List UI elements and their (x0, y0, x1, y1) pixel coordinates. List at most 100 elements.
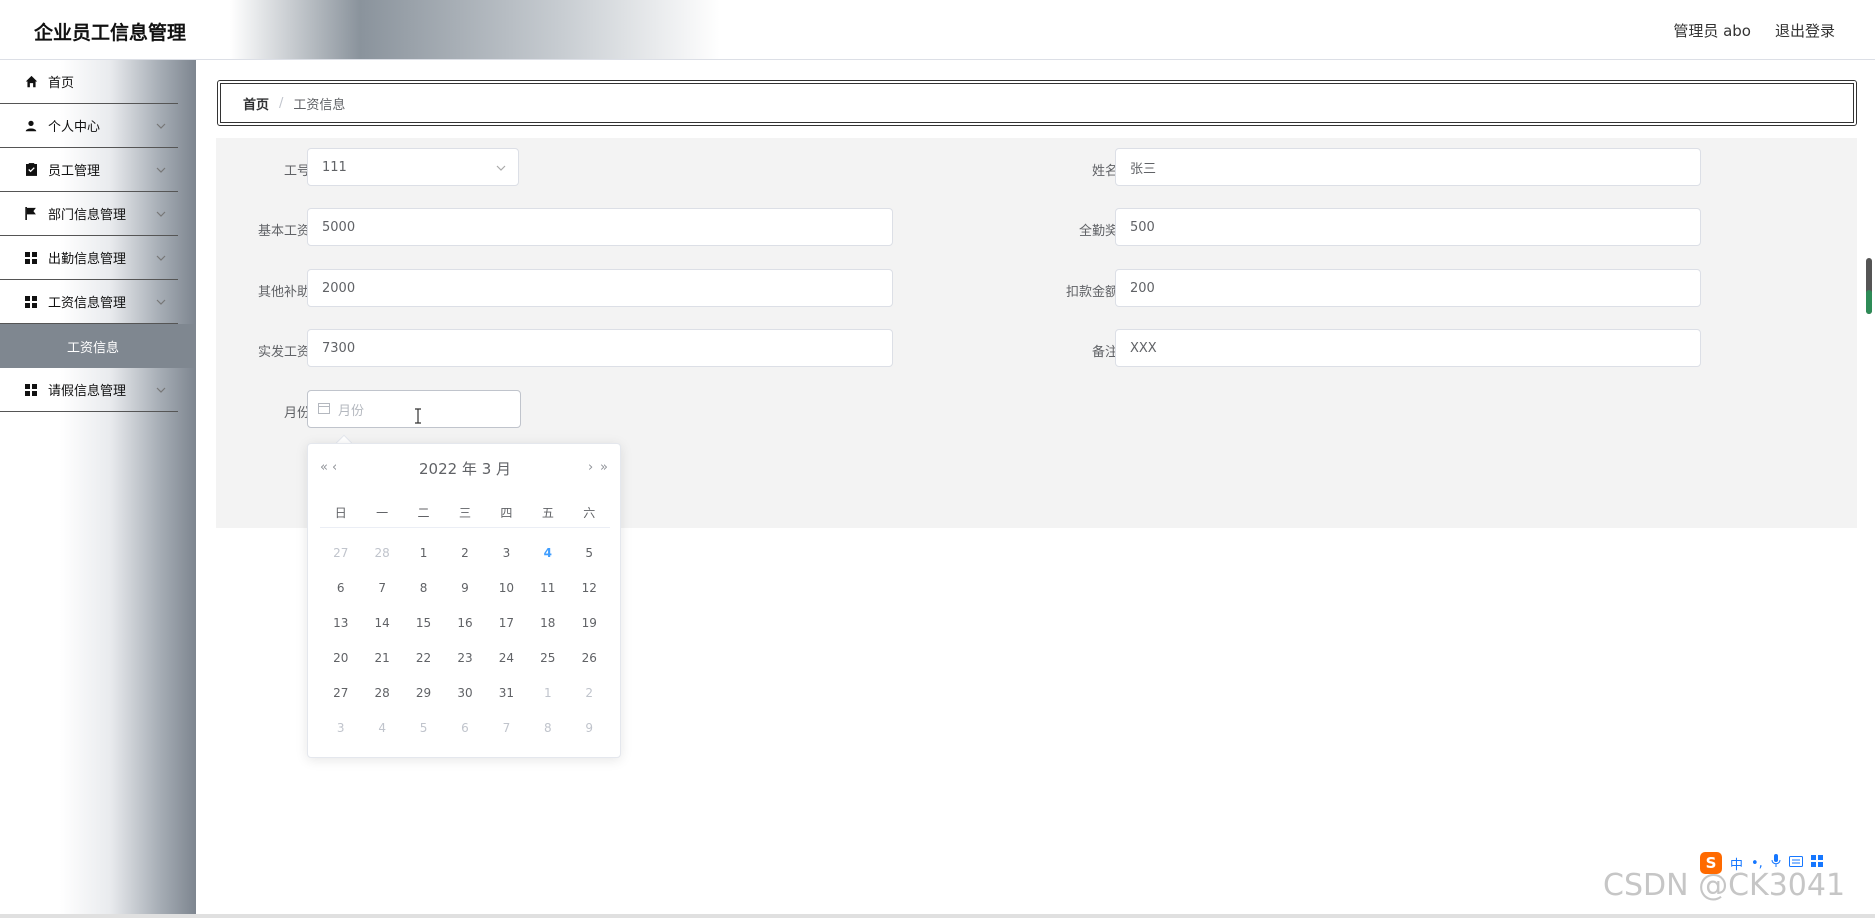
date-cell[interactable]: 5 (403, 711, 444, 746)
date-cell[interactable]: 26 (569, 641, 610, 676)
sidebar-item-home[interactable]: 首页 (0, 60, 178, 104)
date-cell-today[interactable]: 4 (527, 536, 568, 571)
date-cell[interactable]: 19 (569, 606, 610, 641)
flag-icon (24, 207, 38, 221)
date-cell[interactable]: 4 (361, 711, 402, 746)
breadcrumb-current: 工资信息 (293, 97, 346, 113)
net-salary-input[interactable]: 7300 (307, 329, 893, 367)
date-cell[interactable]: 16 (444, 606, 485, 641)
date-cell[interactable]: 30 (444, 676, 485, 711)
clipboard-icon (24, 163, 38, 177)
job-no-select[interactable]: 111 (307, 148, 519, 186)
date-cell[interactable]: 31 (486, 676, 527, 711)
grid-icon (24, 251, 38, 265)
date-cell[interactable]: 25 (527, 641, 568, 676)
date-cell[interactable]: 2 (569, 676, 610, 711)
date-cell[interactable]: 6 (444, 711, 485, 746)
net-salary-label: 实发工资 (257, 345, 310, 360)
chevron-down-icon (156, 255, 166, 261)
date-cell[interactable]: 17 (486, 606, 527, 641)
date-cell[interactable]: 27 (320, 676, 361, 711)
date-cell[interactable]: 22 (403, 641, 444, 676)
date-cell[interactable]: 8 (527, 711, 568, 746)
date-cell[interactable]: 5 (569, 536, 610, 571)
date-cell[interactable]: 12 (569, 571, 610, 606)
name-input[interactable]: 张三 (1115, 148, 1701, 186)
date-cell[interactable]: 20 (320, 641, 361, 676)
text-cursor-icon (414, 408, 422, 428)
attendance-bonus-input[interactable]: 500 (1115, 208, 1701, 246)
date-cell[interactable]: 7 (361, 571, 402, 606)
job-no-value: 111 (322, 159, 347, 175)
name-label: 姓名 (1091, 164, 1118, 179)
sidebar-subitem-salary-info[interactable]: 工资信息 (0, 324, 196, 368)
date-cell[interactable]: 3 (320, 711, 361, 746)
date-cell[interactable]: 28 (361, 536, 402, 571)
date-cell[interactable]: 21 (361, 641, 402, 676)
sidebar-item-label: 员工管理 (48, 164, 101, 179)
watermark: CSDN @CK3041 (1603, 868, 1846, 903)
calendar-icon (318, 402, 330, 417)
logout-link[interactable]: 退出登录 (1775, 20, 1835, 41)
grid-icon (24, 295, 38, 309)
remark-input[interactable]: XXX (1115, 329, 1701, 367)
date-cell[interactable]: 27 (320, 536, 361, 571)
date-row: 27 28 1 2 3 4 5 (320, 536, 610, 571)
date-cell[interactable]: 24 (486, 641, 527, 676)
date-cell[interactable]: 2 (444, 536, 485, 571)
weekday-header: 日一二三四五六 (320, 504, 610, 528)
current-user[interactable]: 管理员 abo (1673, 20, 1751, 41)
breadcrumb-home[interactable]: 首页 (243, 94, 269, 113)
next-year-button[interactable]: » (600, 460, 608, 475)
date-cell[interactable]: 29 (403, 676, 444, 711)
date-cell[interactable]: 18 (527, 606, 568, 641)
date-cell[interactable]: 28 (361, 676, 402, 711)
date-cell[interactable]: 9 (569, 711, 610, 746)
weekday-label: 日 (334, 506, 347, 520)
date-cell[interactable]: 7 (486, 711, 527, 746)
next-month-button[interactable]: › (588, 460, 593, 475)
date-cell[interactable]: 13 (320, 606, 361, 641)
other-allowance-input[interactable]: 2000 (307, 269, 893, 307)
date-cell[interactable]: 10 (486, 571, 527, 606)
date-cell[interactable]: 6 (320, 571, 361, 606)
deduction-input[interactable]: 200 (1115, 269, 1701, 307)
date-picker-title[interactable]: 2022 年 3 月 (308, 458, 622, 479)
sidebar-item-attendance-management[interactable]: 出勤信息管理 (0, 236, 178, 280)
date-cell[interactable]: 23 (444, 641, 485, 676)
attendance-bonus-label: 全勤奖 (1078, 224, 1118, 239)
weekday-label: 四 (500, 506, 513, 520)
date-cell[interactable]: 11 (527, 571, 568, 606)
sidebar-item-employee-management[interactable]: 员工管理 (0, 148, 178, 192)
weekday-label: 六 (583, 506, 596, 520)
date-picker-popup: « ‹ 2022 年 3 月 › » 日一二三四五六 27 28 1 2 3 4 5 6 7 8 9… (307, 443, 621, 758)
date-cell[interactable]: 14 (361, 606, 402, 641)
month-label: 月份 (283, 406, 310, 421)
sidebar-item-leave-management[interactable]: 请假信息管理 (0, 368, 178, 412)
date-cell[interactable]: 8 (403, 571, 444, 606)
chevron-down-icon (156, 123, 166, 129)
sidebar-item-personal-center[interactable]: 个人中心 (0, 104, 178, 148)
sidebar-item-label: 工资信息管理 (48, 296, 127, 311)
date-row: 27 28 29 30 31 1 2 (320, 676, 610, 711)
sidebar-item-label: 请假信息管理 (48, 384, 127, 399)
other-allowance-label: 其他补助 (257, 285, 310, 300)
chevron-down-icon (156, 387, 166, 393)
job-no-label: 工号 (283, 164, 310, 179)
date-cell[interactable]: 1 (403, 536, 444, 571)
deduction-label: 扣款金额 (1065, 285, 1118, 300)
chevron-up-icon (156, 299, 166, 305)
weekday-label: 二 (417, 506, 430, 520)
date-cell[interactable]: 1 (527, 676, 568, 711)
date-cell[interactable]: 9 (444, 571, 485, 606)
user-icon (24, 119, 38, 133)
weekday-label: 一 (376, 506, 389, 520)
sidebar-item-label: 个人中心 (48, 120, 101, 135)
base-salary-input[interactable]: 5000 (307, 208, 893, 246)
date-cell[interactable]: 3 (486, 536, 527, 571)
sidebar-item-department-management[interactable]: 部门信息管理 (0, 192, 178, 236)
date-row: 13 14 15 16 17 18 19 (320, 606, 610, 641)
date-row: 3456789 (320, 711, 610, 746)
sidebar-item-salary-management[interactable]: 工资信息管理 (0, 280, 178, 324)
date-cell[interactable]: 15 (403, 606, 444, 641)
